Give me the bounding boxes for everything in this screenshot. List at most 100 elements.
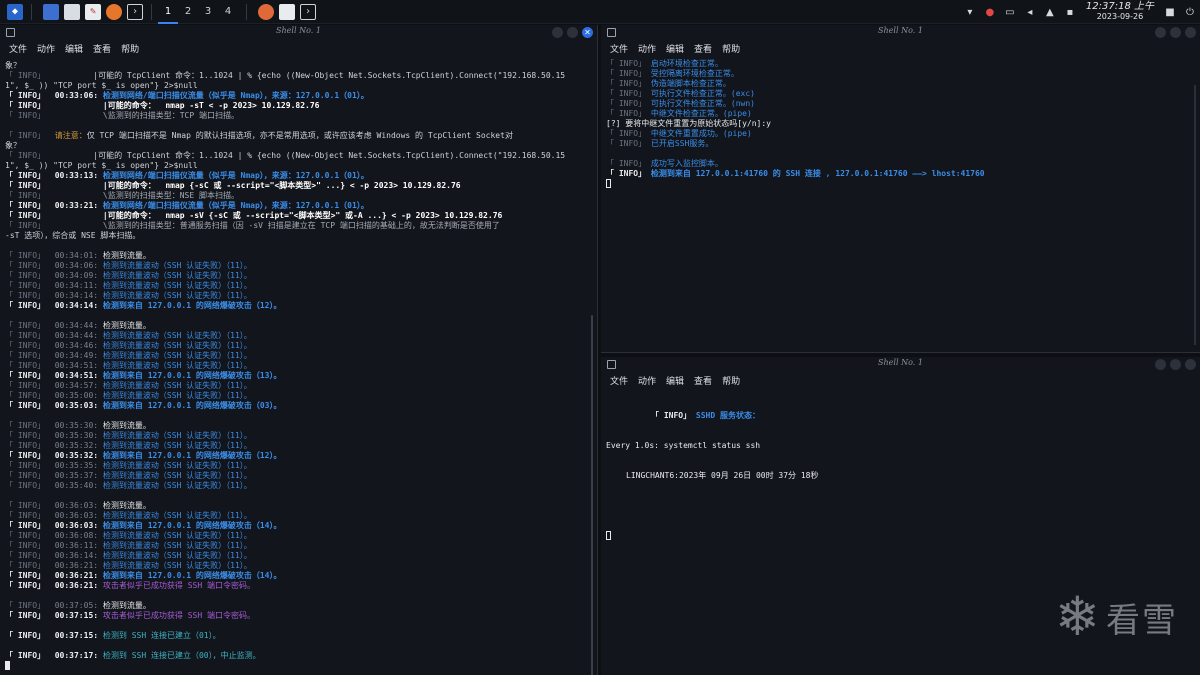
terminal-text: 00:37:15:	[45, 611, 103, 620]
snowflake-icon: ❄	[1054, 585, 1100, 648]
terminal-text: 「 INFO」	[5, 251, 46, 260]
keyboard-icon[interactable]: ▭	[1000, 7, 1020, 18]
close-button[interactable]: ✕	[582, 27, 593, 38]
terminal-text: 检测到流量波动（SSH 认证失败）（11）。	[102, 341, 252, 350]
window-titlebar[interactable]: Shell No. 1	[601, 25, 1200, 41]
clock[interactable]: 12:37:18 上午 2023-09-26	[1086, 2, 1154, 22]
menu-file[interactable]: 文件	[610, 43, 628, 58]
menu-edit[interactable]: 编辑	[666, 375, 684, 390]
battery-icon[interactable]: ▪	[1060, 7, 1080, 18]
volume-icon[interactable]: ◂	[1020, 7, 1040, 18]
workspace-3[interactable]: 3	[198, 0, 218, 24]
menubar: 文件 动作 编辑 查看 帮助	[601, 375, 1200, 390]
maximize-button[interactable]	[567, 27, 578, 38]
menu-view[interactable]: 查看	[93, 43, 111, 58]
menu-file[interactable]: 文件	[610, 375, 628, 390]
minimize-button[interactable]	[1155, 27, 1166, 38]
scrollbar[interactable]	[591, 315, 593, 675]
lock-icon[interactable]: ■	[1160, 7, 1180, 18]
menu-view[interactable]: 查看	[694, 43, 712, 58]
files-icon[interactable]	[64, 3, 80, 20]
terminal-text: 检测到流量。	[102, 601, 151, 610]
terminal-line: 「 INFO」 00:34:06: 检测到流量波动（SSH 认证失败）（11）。	[5, 261, 597, 271]
terminal-text: 检测到来自 127.0.0.1:41760 的 SSH 连接 , 127.0.0…	[646, 169, 985, 178]
terminal-line: 「 INFO」 \监测到的扫描类型：普通服务扫描（因 -sV 扫描是建立在 TC…	[5, 221, 597, 231]
menu-action[interactable]: 动作	[638, 375, 656, 390]
terminal-window-right-top[interactable]: Shell No. 1 文件 动作 编辑 查看 帮助 「 INFO」 启动环境检…	[601, 25, 1200, 353]
terminal-window-left[interactable]: Shell No. 1 ✕ 文件 动作 编辑 查看 帮助 象？「 INFO」 |…	[0, 25, 598, 675]
clock-time: 12:37:18 上午	[1085, 1, 1154, 12]
minimize-button[interactable]	[1155, 359, 1166, 370]
terminal-text: 检测到流量波动（SSH 认证失败）（11）。	[102, 271, 252, 280]
terminal-text: |可能的命令： nmap -sT < -p 2023> 10.129.82.76	[45, 101, 320, 110]
terminal-text: 00:34:51:	[45, 361, 103, 370]
terminal-text: 00:37:15:	[45, 631, 103, 640]
terminal-text: 00:37:17:	[45, 651, 103, 660]
terminal-text: 「 INFO」	[5, 341, 46, 350]
workspace-1[interactable]: 1	[158, 0, 178, 24]
terminal-text: 00:35:30:	[45, 431, 103, 440]
burp-icon[interactable]	[258, 3, 274, 20]
window-titlebar[interactable]: Shell No. 1	[601, 357, 1200, 373]
terminal-text: 「 INFO」	[5, 171, 46, 180]
menu-help[interactable]: 帮助	[722, 43, 740, 58]
close-button[interactable]	[1185, 359, 1196, 370]
menu-action[interactable]: 动作	[638, 43, 656, 58]
notification-icon[interactable]: ▲	[1040, 7, 1060, 18]
power-icon[interactable]: ⏻	[1180, 7, 1200, 18]
maximize-button[interactable]	[1170, 359, 1181, 370]
terminal-text: 「 INFO」	[5, 181, 46, 190]
scrollbar[interactable]	[1194, 85, 1196, 345]
terminal-text: 「 INFO」	[606, 169, 647, 178]
network-icon[interactable]: ▾	[960, 7, 980, 18]
terminal-line: 「 INFO」 伪造端脚本检查正常。	[606, 79, 1200, 89]
window-title: Shell No. 1	[276, 26, 321, 35]
terminal-text: 「 INFO」	[5, 441, 46, 450]
terminal-text: 「 INFO」	[5, 451, 46, 460]
terminal-icon[interactable]: ›	[127, 3, 143, 20]
terminal-output[interactable]: 「 INFO」 SSHD 服务状态： Every 1.0s: systemctl…	[601, 391, 1200, 561]
menu-help[interactable]: 帮助	[121, 43, 139, 58]
terminal-text: 检测到流量波动（SSH 认证失败）（11）。	[102, 381, 252, 390]
menu-file[interactable]: 文件	[9, 43, 27, 58]
terminal-text: 「 INFO」	[5, 301, 46, 310]
terminal-line: 「 INFO」 |可能的 TcpClient 命令：1..1024 | % {e…	[5, 71, 597, 81]
menu-action[interactable]: 动作	[37, 43, 55, 58]
terminal-text: 「 INFO」	[5, 111, 46, 120]
document-icon[interactable]	[279, 3, 295, 20]
terminal-text: 「 INFO」	[606, 129, 647, 138]
terminal-text: 00:34:01:	[45, 251, 103, 260]
terminal-badge-icon[interactable]: ›	[300, 3, 316, 20]
terminal-line	[5, 491, 597, 501]
workspace-4[interactable]: 4	[218, 0, 238, 24]
terminal-text: 攻击者似乎已成功获得 SSH 端口令密码。	[102, 611, 255, 620]
text-editor-icon[interactable]: ✎	[85, 3, 101, 20]
terminal-line: 「 INFO」 00:34:51: 检测到流量波动（SSH 认证失败）（11）。	[5, 361, 597, 371]
terminal-output[interactable]: 「 INFO」 启动环境检查正常。「 INFO」 受控隔离环境检查正常。「 IN…	[601, 59, 1200, 189]
firefox-icon[interactable]	[106, 3, 122, 20]
terminal-line: 「 INFO」 |可能的命令： nmap -sV {-sC 或 --script…	[5, 211, 597, 221]
workspace-2[interactable]: 2	[178, 0, 198, 24]
terminal-text: 检测到流量波动（SSH 认证失败）（11）。	[102, 531, 252, 540]
kali-menu-icon[interactable]: ◆	[7, 3, 23, 20]
terminal-line: 「 INFO」 00:36:21: 攻击者似乎已成功获得 SSH 端口令密码。	[5, 581, 597, 591]
user-icon[interactable]: ●	[980, 7, 1000, 18]
terminal-text: 受控隔离环境检查正常。	[646, 69, 739, 78]
close-button[interactable]	[1185, 27, 1196, 38]
menu-view[interactable]: 查看	[694, 375, 712, 390]
terminal-line: 「 INFO」 00:34:14: 检测到流量波动（SSH 认证失败）（11）。	[5, 291, 597, 301]
menu-help[interactable]: 帮助	[722, 375, 740, 390]
terminal-output[interactable]: 象？「 INFO」 |可能的 TcpClient 命令：1..1024 | % …	[0, 61, 597, 671]
terminal-text: 「 INFO」	[5, 501, 46, 510]
window-titlebar[interactable]: Shell No. 1 ✕	[0, 25, 597, 41]
menu-edit[interactable]: 编辑	[65, 43, 83, 58]
minimize-button[interactable]	[552, 27, 563, 38]
menu-edit[interactable]: 编辑	[666, 43, 684, 58]
terminal-text: 检测到流量。	[102, 251, 151, 260]
terminal-text: 仅 TCP 端口扫描不是 Nmap 的默认扫描选项，亦不是常用选项，或许应该考虑…	[86, 131, 513, 140]
maximize-button[interactable]	[1170, 27, 1181, 38]
desktop-icon[interactable]	[43, 3, 59, 20]
terminal-text: 「 INFO」	[5, 541, 46, 550]
terminal-text: 攻击者似乎已成功获得 SSH 端口令密码。	[102, 581, 255, 590]
